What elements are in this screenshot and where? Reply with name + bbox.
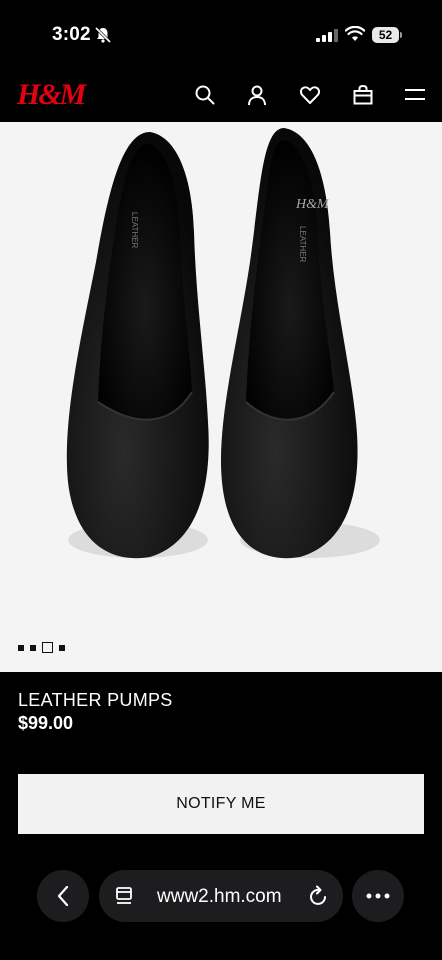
- chevron-left-icon: [57, 885, 69, 907]
- search-icon[interactable]: [194, 84, 216, 106]
- bell-slash-icon: [94, 26, 112, 44]
- status-bar: 3:02 52: [0, 0, 442, 70]
- product-price: $99.00: [18, 713, 74, 733]
- more-horizontal-icon: [366, 893, 390, 899]
- carousel-dot[interactable]: [18, 644, 24, 651]
- signal-icon: [316, 29, 338, 42]
- address-bar[interactable]: www2.hm.com: [99, 870, 343, 922]
- battery-tip: [400, 32, 402, 38]
- status-time: 3:02: [52, 24, 91, 45]
- carousel-dot-active[interactable]: [42, 642, 53, 653]
- account-icon[interactable]: [246, 84, 268, 106]
- brand-logo[interactable]: H&M: [17, 78, 86, 112]
- page-menu-icon[interactable]: [115, 886, 135, 906]
- carousel-dots: [18, 642, 65, 653]
- bag-icon[interactable]: [352, 84, 374, 106]
- more-options-button[interactable]: [352, 870, 404, 922]
- wifi-icon: [345, 26, 365, 41]
- top-nav: H&M: [0, 70, 442, 122]
- notify-me-button[interactable]: NOTIFY ME: [18, 774, 424, 834]
- product-name: LEATHER PUMPS: [18, 690, 173, 710]
- product-info: LEATHER PUMPS $99.00: [18, 690, 173, 734]
- url-text: www2.hm.com: [157, 886, 282, 907]
- leather-pumps-image: LEATHER H&M LEATHER: [66, 128, 380, 559]
- svg-text:LEATHER: LEATHER: [298, 226, 307, 263]
- battery-indicator: 52: [372, 27, 402, 43]
- carousel-dot[interactable]: [30, 644, 36, 651]
- heart-icon[interactable]: [299, 84, 321, 106]
- back-button[interactable]: [37, 870, 89, 922]
- carousel-dot[interactable]: [59, 644, 65, 651]
- menu-icon[interactable]: [404, 84, 426, 106]
- svg-text:H&M: H&M: [295, 197, 330, 212]
- browser-toolbar: www2.hm.com: [0, 862, 442, 932]
- battery-level: 52: [372, 27, 399, 43]
- reload-icon[interactable]: [309, 885, 329, 907]
- product-image-gallery[interactable]: LEATHER H&M LEATHER: [0, 122, 442, 672]
- svg-text:LEATHER: LEATHER: [130, 212, 139, 249]
